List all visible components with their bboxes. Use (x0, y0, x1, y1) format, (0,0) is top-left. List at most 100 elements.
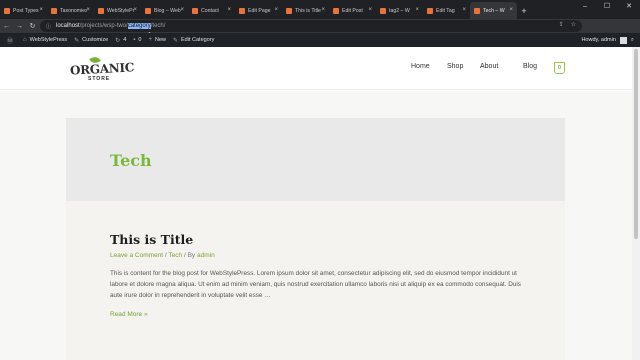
share-icon[interactable]: ⇪ (559, 21, 564, 28)
browser-tab[interactable]: Taxonomies × (47, 2, 94, 19)
tab-title: Edit Page (248, 7, 271, 14)
tab-favicon-icon (239, 7, 245, 14)
read-more-link[interactable]: Read More » (110, 311, 148, 318)
reload-icon[interactable]: ↻ (26, 19, 39, 33)
minimize-button[interactable]: – (574, 0, 596, 12)
page-scrollbar[interactable] (632, 47, 640, 360)
post-excerpt: This is content for the blog post for We… (110, 270, 521, 299)
tab-favicon-icon (286, 7, 292, 14)
close-window-button[interactable]: ✕ (618, 0, 640, 12)
tab-close-icon[interactable]: × (368, 7, 372, 13)
browser-tab[interactable]: Edit Page × (235, 2, 282, 19)
site-info-icon[interactable]: ⓘ (46, 23, 51, 30)
comment-icon: ▪ (133, 37, 136, 43)
browser-tab-strip: Post Types×Taxonomies×WebStylePress×Blog… (0, 0, 640, 19)
url-host: localhost (56, 23, 80, 29)
post-card: This is Title Leave a Comment / Tech / B… (66, 201, 565, 360)
author-link[interactable]: admin (197, 252, 215, 259)
tab-favicon-icon (4, 7, 10, 14)
plus-icon: + (148, 37, 152, 43)
browser-tab[interactable]: tag2 – W × (376, 2, 423, 19)
wordpress-logo-icon[interactable]: Ⓦ (7, 36, 16, 45)
nav-blog[interactable]: Blog (523, 63, 537, 70)
tab-close-icon[interactable]: × (509, 7, 513, 13)
tab-close-icon[interactable]: × (415, 7, 419, 13)
cart-icon[interactable]: 0 (554, 62, 565, 74)
tab-close-icon[interactable]: × (86, 7, 90, 13)
browser-toolbar: ← → ↻ ⓘ localhost/projects/wsp-two/categ… (0, 19, 640, 49)
cart-count: 0 (557, 65, 562, 71)
url-path-end: /tech/ (150, 23, 166, 29)
tab-title: WebStylePress (107, 7, 134, 14)
url-path: /projects/wsp-two/ (79, 23, 128, 29)
nav-shop[interactable]: Shop (447, 63, 463, 70)
admin-edit-category[interactable]: ✎ Edit Category (173, 37, 214, 44)
home-icon: ⌂ (23, 37, 27, 43)
bookmark-star-icon[interactable]: ☆ (571, 21, 576, 28)
tab-title: Blog – WebStylePress (154, 7, 181, 14)
tab-favicon-icon (51, 7, 57, 14)
tab-title: Tech – W (483, 7, 505, 14)
admin-new[interactable]: + New (148, 37, 166, 43)
brush-icon: ✎ (74, 37, 80, 44)
tab-title: tag2 – W (389, 7, 410, 14)
category-link[interactable]: Tech (168, 252, 182, 259)
browser-tab[interactable]: Blog – WebStylePress× (141, 2, 188, 19)
tab-favicon-icon (192, 7, 198, 14)
admin-site-name[interactable]: ⌂ WebStylePress (23, 37, 67, 43)
forward-icon[interactable]: → (13, 19, 26, 33)
browser-tab[interactable]: Edit Post × (329, 2, 376, 19)
admin-howdy[interactable]: Howdy, admin (581, 37, 615, 43)
archive-header: Tech (66, 118, 565, 201)
nav-home[interactable]: Home (411, 63, 430, 70)
tab-title: This is Title (295, 7, 321, 14)
tab-close-icon[interactable]: × (274, 7, 278, 13)
back-icon[interactable]: ← (0, 19, 13, 33)
tab-title: Post Types (13, 7, 39, 14)
admin-customize[interactable]: ✎ Customize (74, 37, 108, 44)
tab-favicon-icon (98, 7, 104, 14)
tab-favicon-icon (333, 7, 339, 14)
leave-comment-link[interactable]: Leave a Comment (110, 252, 163, 259)
tab-title: Edit Tag (436, 7, 455, 14)
admin-comments[interactable]: ▪ 0 (133, 37, 141, 43)
post-meta: Leave a Comment / Tech / By admin (110, 252, 215, 259)
pencil-icon: ✎ (172, 37, 179, 44)
tab-title: Taxonomies (60, 7, 87, 14)
browser-tab[interactable]: WebStylePress× (94, 2, 141, 19)
tab-close-icon[interactable]: × (180, 7, 184, 13)
post-title[interactable]: This is Title (110, 232, 193, 247)
maximize-button[interactable]: ☐ (596, 0, 618, 12)
browser-tab[interactable]: Tech – W × (470, 2, 517, 19)
wp-admin-bar: Ⓦ ⌂ WebStylePress ✎ Customize ↻ 4 ▪ 0 + New ✎… (0, 33, 640, 47)
address-bar[interactable]: ⓘ localhost/projects/wsp-two/category/te… (40, 20, 582, 32)
scrollbar-thumb[interactable] (634, 49, 638, 239)
updates-icon: ↻ (115, 37, 121, 44)
chevron-down-icon: ⌄ (480, 63, 485, 69)
avatar[interactable] (619, 36, 627, 44)
new-tab-button[interactable]: + (517, 2, 531, 19)
tab-title: Contact (201, 7, 219, 14)
url-selected-text: category (127, 23, 151, 29)
tab-favicon-icon (145, 7, 151, 14)
tab-favicon-icon (380, 7, 386, 14)
site-header: ORGANIC STORE Home Shop About ⌄ Blog 0 (0, 47, 632, 90)
tab-close-icon[interactable]: × (39, 7, 43, 13)
browser-tab[interactable]: Contact × (188, 2, 235, 19)
archive-title: Tech (110, 151, 152, 170)
tab-close-icon[interactable]: × (462, 7, 466, 13)
window-controls: – ☐ ✕ (574, 0, 640, 12)
main-navigation: Home Shop About ⌄ Blog (411, 63, 538, 70)
tab-favicon-icon (427, 7, 433, 14)
admin-updates[interactable]: ↻ 4 (115, 37, 126, 44)
tab-close-icon[interactable]: × (227, 7, 231, 13)
tab-close-icon[interactable]: × (321, 7, 325, 13)
browser-tab[interactable]: Edit Tag × (423, 2, 470, 19)
tab-favicon-icon (474, 7, 480, 14)
browser-tab[interactable]: Post Types × (0, 2, 47, 19)
logo-subtext: STORE (88, 76, 111, 82)
tab-title: Edit Post (342, 7, 363, 14)
tab-close-icon[interactable]: × (133, 7, 137, 13)
search-icon[interactable]: ⌕ (631, 37, 634, 44)
browser-tab[interactable]: This is Title × (282, 2, 329, 19)
